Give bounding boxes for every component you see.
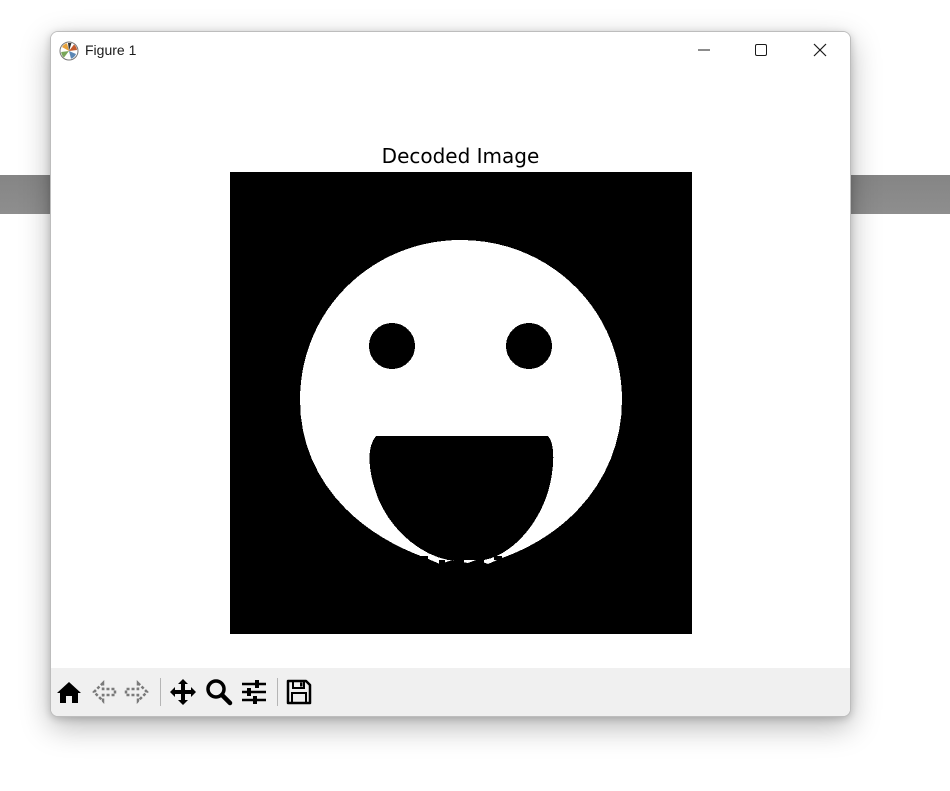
zoom-magnifier-icon xyxy=(206,679,233,706)
figure-window: Figure 1 Decoded Image xyxy=(50,31,851,717)
left-eye xyxy=(369,323,415,369)
minimize-button[interactable] xyxy=(681,32,727,68)
maximize-icon xyxy=(755,44,767,56)
configure-subplots-button[interactable] xyxy=(239,677,269,707)
minimize-icon xyxy=(698,49,710,51)
configure-subplots-icon xyxy=(242,680,266,704)
close-button[interactable] xyxy=(797,32,843,68)
matplotlib-app-icon xyxy=(59,41,79,61)
navigation-toolbar xyxy=(51,668,850,716)
title-bar[interactable]: Figure 1 xyxy=(51,32,850,68)
toolbar-separator xyxy=(277,678,278,706)
back-arrow-icon xyxy=(92,679,117,705)
close-icon xyxy=(813,43,827,57)
forward-arrow-icon xyxy=(124,679,149,705)
plot-title: Decoded Image xyxy=(381,144,540,168)
forward-button[interactable] xyxy=(122,677,152,707)
home-icon xyxy=(57,682,81,703)
maximize-button[interactable] xyxy=(738,32,784,68)
pan-button[interactable] xyxy=(168,677,198,707)
toolbar-separator xyxy=(160,678,161,706)
background-window-strip-left xyxy=(0,175,52,214)
save-button[interactable] xyxy=(284,677,314,707)
figure-canvas[interactable]: Decoded Image xyxy=(51,68,850,668)
pan-move-icon xyxy=(170,679,196,705)
decoded-image xyxy=(230,172,692,634)
save-floppy-icon xyxy=(286,679,312,705)
window-title: Figure 1 xyxy=(85,42,137,58)
home-button[interactable] xyxy=(54,677,84,707)
right-eye xyxy=(506,323,552,369)
background-window-strip-right xyxy=(848,175,950,214)
back-button[interactable] xyxy=(89,677,119,707)
zoom-button[interactable] xyxy=(204,677,234,707)
